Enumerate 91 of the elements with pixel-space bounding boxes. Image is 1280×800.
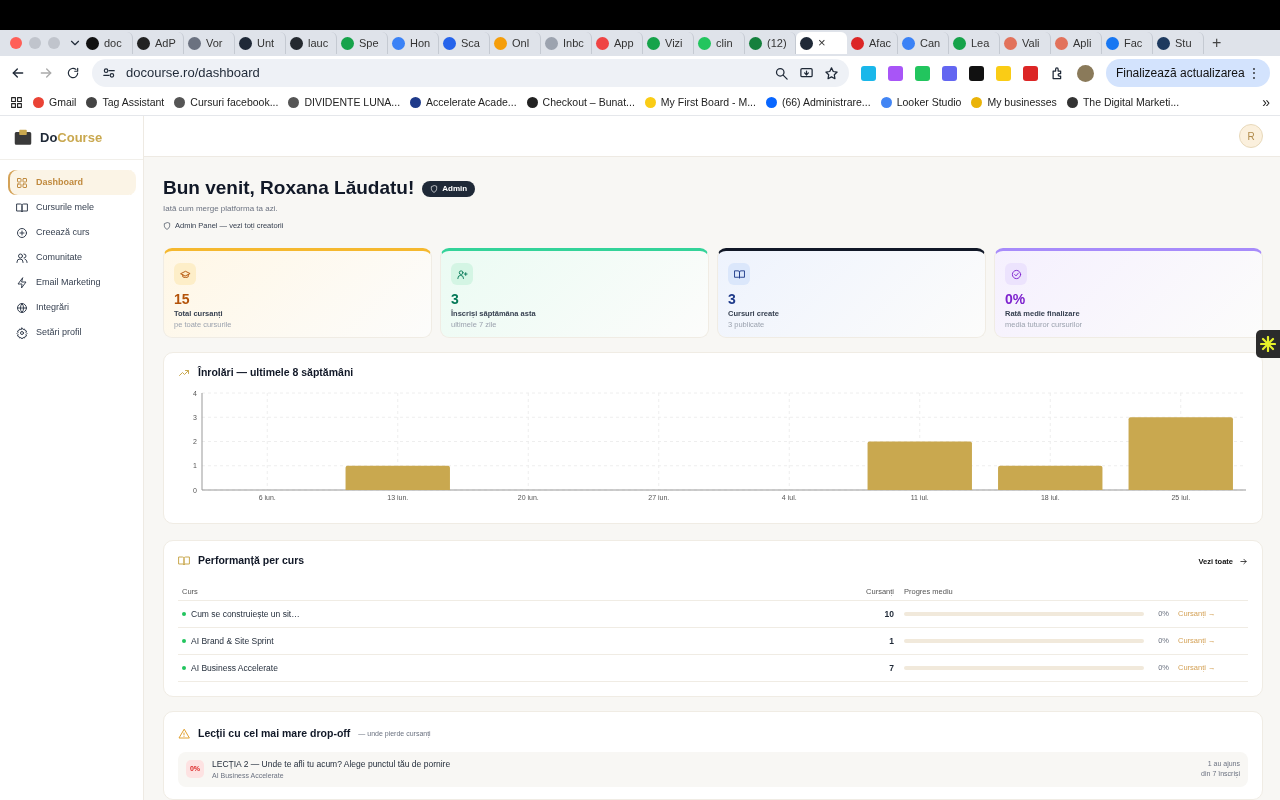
card-title: Lecții cu cel mai mare drop-off <box>198 726 351 741</box>
update-button[interactable]: Finalizează actualizarea ⋮ <box>1105 59 1270 87</box>
browser-tab[interactable]: Vizi <box>643 32 694 54</box>
card-title: Înrolări — ultimele 8 săptămâni <box>198 365 354 381</box>
browser-tab[interactable]: Vali <box>1000 32 1051 54</box>
sidebar-item[interactable]: Integrări <box>8 295 136 320</box>
bookmark[interactable]: My businesses <box>971 94 1057 111</box>
sidebar-item[interactable]: Creează curs <box>8 220 136 245</box>
user-plus-icon <box>456 268 468 280</box>
browser-tab[interactable]: Can <box>898 32 949 54</box>
graduation-cap-icon <box>179 268 191 280</box>
status-dot <box>182 639 186 643</box>
settings-icon <box>16 326 28 339</box>
role-badge: Admin <box>422 180 476 197</box>
book-icon <box>16 201 28 214</box>
plus-circle-icon <box>16 226 28 239</box>
users-icon <box>16 251 28 264</box>
status-dot <box>182 612 186 616</box>
extension-widget-icon[interactable] <box>1256 330 1280 358</box>
subtitle: Iată cum merge platforma ta azi. <box>163 203 279 216</box>
browser-tab[interactable]: AdP <box>133 32 184 54</box>
browser-tab[interactable]: Hon <box>388 32 439 54</box>
browser-tab[interactable]: Inbc <box>541 32 592 54</box>
browser-tab[interactable]: Vor <box>184 32 235 54</box>
address-field[interactable]: docourse.ro/dashboard <box>92 59 849 87</box>
student-count: 10 <box>883 607 894 621</box>
zoom-icon[interactable] <box>773 65 789 81</box>
bookmark[interactable]: The Digital Marketi... <box>1066 94 1180 111</box>
browser-tab[interactable]: doc <box>82 32 133 54</box>
logo-icon <box>14 128 32 147</box>
bookmark[interactable]: Tag Assistant <box>86 94 165 111</box>
bookmark[interactable]: Accelerate Acade... <box>410 94 517 111</box>
student-count: 7 <box>888 661 894 675</box>
browser-tab[interactable]: Onl <box>490 32 541 54</box>
bookmark[interactable]: Gmail <box>33 94 77 111</box>
browser-tab[interactable]: Unt <box>235 32 286 54</box>
course-name: AI Business Accelerate <box>191 661 279 675</box>
shield-icon <box>430 184 439 193</box>
browser-tab[interactable]: Lea <box>949 32 1000 54</box>
bookmark[interactable]: (66) Administrare... <box>765 94 871 111</box>
browser-tab[interactable]: Afac <box>847 32 898 54</box>
lesson-title: LECȚIA 2 — Unde te afli tu acum? Alege punctul tău de pornire <box>212 757 452 771</box>
bookmark[interactable]: DIVIDENTE LUNA... <box>288 94 401 111</box>
browser-tab[interactable]: × <box>796 32 847 54</box>
globe-icon <box>16 301 28 314</box>
stat-value: 3 <box>728 292 737 308</box>
course-name: Cum se construiește un sit… <box>191 607 301 621</box>
new-tab-button[interactable]: + <box>1204 31 1230 55</box>
status-dot <box>182 666 186 670</box>
back-icon[interactable] <box>10 65 26 81</box>
apps-grid-icon[interactable] <box>10 96 23 109</box>
bookmark[interactable]: Checkout – Bunat... <box>526 94 635 111</box>
site-settings-icon <box>102 66 116 80</box>
bookmark[interactable]: Cursuri facebook... <box>174 94 279 111</box>
reload-icon[interactable] <box>66 66 80 80</box>
student-count: 1 <box>888 634 894 648</box>
lightning-icon <box>16 276 28 289</box>
stat-value: 15 <box>174 292 191 308</box>
browser-tab[interactable]: Spe <box>337 32 388 54</box>
bookmark[interactable]: Looker Studio <box>880 94 962 111</box>
sidebar-item[interactable]: Email Marketing <box>8 270 136 295</box>
more-menu-icon[interactable]: ⋮ <box>1248 66 1260 80</box>
browser-tab[interactable]: clin <box>694 32 745 54</box>
logo-text: DoCourse <box>40 128 103 147</box>
browser-tab[interactable]: lauc <box>286 32 337 54</box>
close-tab-icon[interactable]: × <box>818 33 826 53</box>
shield-icon <box>163 221 171 230</box>
page-title: Bun venit, Roxana Lăudatu! <box>163 177 415 201</box>
course-name: AI Brand & Site Sprint <box>191 634 275 648</box>
sidebar-item[interactable]: Setări profil <box>8 320 136 345</box>
profile-avatar[interactable] <box>1076 64 1094 82</box>
bookmark-star-icon[interactable] <box>823 65 839 81</box>
browser-tab[interactable]: Stu <box>1153 32 1204 54</box>
book-icon <box>733 268 745 280</box>
extension-icon[interactable] <box>968 65 984 81</box>
browser-tab[interactable]: Sca <box>439 32 490 54</box>
check-circle-icon <box>1010 268 1022 280</box>
stat-value: 0% <box>1005 292 1027 308</box>
card-title: Performanță per curs <box>198 553 305 569</box>
warning-icon <box>178 727 190 740</box>
sidebar-item[interactable]: Cursurile mele <box>8 195 136 220</box>
bookmark[interactable]: My First Board - M... <box>644 94 756 111</box>
browser-tab[interactable]: Apli <box>1051 32 1102 54</box>
browser-tab[interactable]: App <box>592 32 643 54</box>
browser-tab[interactable]: Fac <box>1102 32 1153 54</box>
more-bookmarks-button[interactable]: » <box>1262 92 1270 113</box>
stat-value: 3 <box>451 292 460 308</box>
sidebar-item[interactable]: Comunitate <box>8 245 136 270</box>
grid-icon <box>16 176 28 189</box>
arrow-right-icon <box>1239 556 1248 566</box>
book-icon <box>178 555 190 568</box>
